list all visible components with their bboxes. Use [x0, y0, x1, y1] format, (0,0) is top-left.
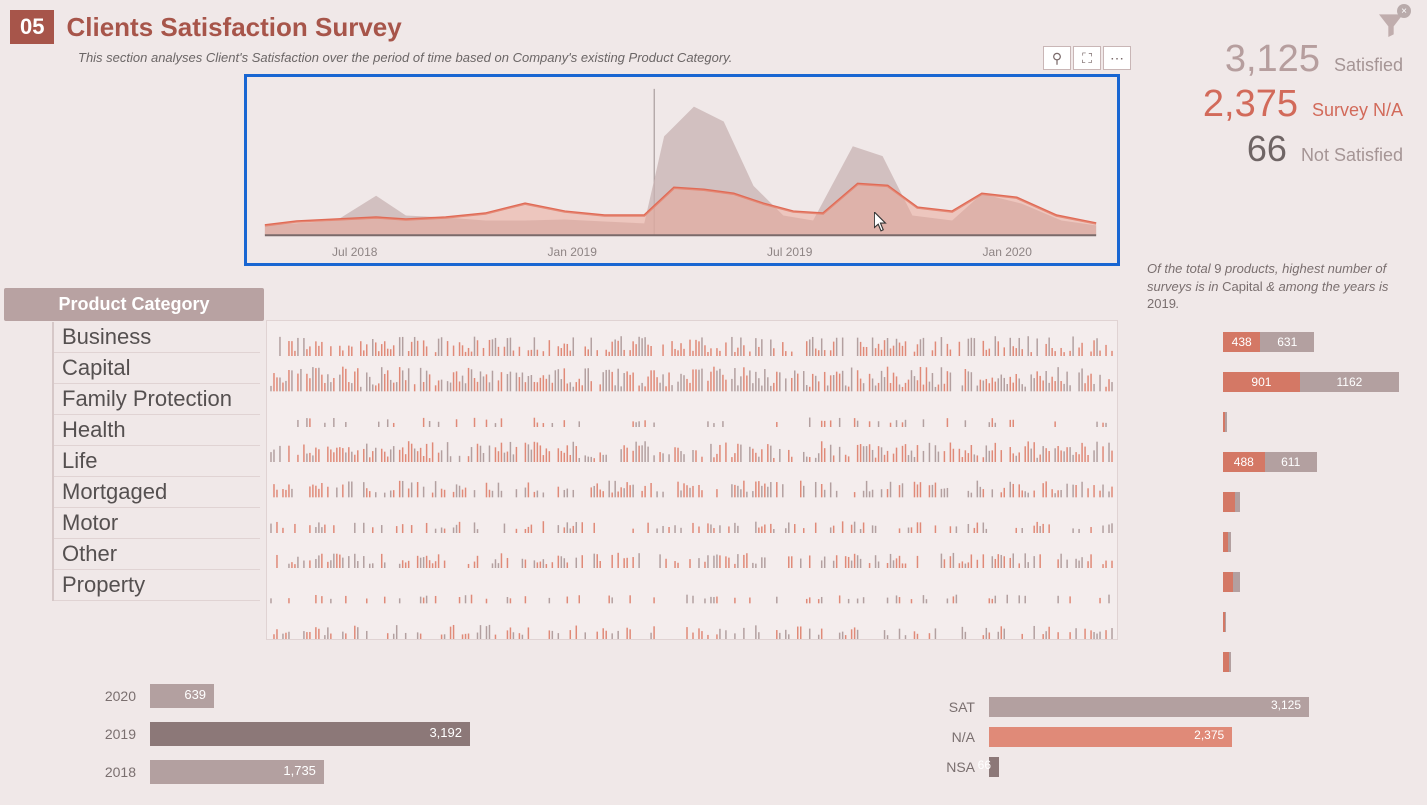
mini-bar-row[interactable]: 9011162	[1223, 372, 1403, 392]
timeline-tick: Jul 2019	[767, 245, 812, 259]
mini-bar-row[interactable]	[1223, 612, 1403, 632]
year-label: 2018	[20, 764, 150, 780]
category-item[interactable]: Capital	[54, 353, 260, 384]
filter-icon[interactable]: ⚲	[1043, 46, 1071, 70]
status-bar-row[interactable]: NSA66	[917, 754, 1397, 780]
spark-row	[267, 604, 1117, 639]
category-item[interactable]: Property	[54, 570, 260, 601]
category-item[interactable]: Motor	[54, 508, 260, 539]
page-number-badge: 05	[10, 10, 54, 44]
category-item[interactable]: Family Protection	[54, 384, 260, 415]
mini-bar-row[interactable]	[1223, 492, 1403, 512]
kpi-nsat-value: 66	[1247, 128, 1287, 170]
kpi-nsat-label: Not Satisfied	[1301, 145, 1403, 166]
page-title: Clients Satisfaction Survey	[66, 12, 401, 43]
category-item[interactable]: Health	[54, 415, 260, 446]
timeline-tick: Jan 2019	[548, 245, 597, 259]
category-item[interactable]: Other	[54, 539, 260, 570]
category-list: BusinessCapitalFamily ProtectionHealthLi…	[52, 322, 260, 601]
narrative-text: Of the total 9 products, highest number …	[1147, 260, 1399, 313]
spark-row	[267, 392, 1117, 427]
year-bar-row[interactable]: 20193,192	[20, 718, 720, 750]
year-bar-chart[interactable]: 2020639 20193,192 20181,735	[20, 680, 720, 794]
category-mini-bars[interactable]: 438631 9011162 488611	[1223, 332, 1403, 672]
category-sparklines[interactable]	[266, 320, 1118, 640]
mini-bar-row[interactable]	[1223, 412, 1403, 432]
mini-bar-row[interactable]: 488611	[1223, 452, 1403, 472]
visual-toolbar: ⚲ ⛶ ⋯	[1043, 46, 1131, 70]
category-item[interactable]: Business	[54, 322, 260, 353]
timeline-chart[interactable]: Jul 2018 Jan 2019 Jul 2019 Jan 2020	[244, 74, 1120, 266]
status-bar-row[interactable]: N/A2,375	[917, 724, 1397, 750]
status-label: N/A	[917, 729, 989, 745]
year-bar-row[interactable]: 2020639	[20, 680, 720, 712]
spark-row	[267, 321, 1117, 356]
spark-row	[267, 498, 1117, 533]
category-header: Product Category	[4, 288, 264, 321]
kpi-block: 3,125 Satisfied 2,375 Survey N/A 66 Not …	[1143, 38, 1403, 172]
spark-row	[267, 462, 1117, 497]
kpi-na-value: 2,375	[1203, 83, 1298, 126]
spark-row	[267, 533, 1117, 568]
timeline-tick: Jan 2020	[983, 245, 1032, 259]
timeline-tick: Jul 2018	[332, 245, 377, 259]
more-options-icon[interactable]: ⋯	[1103, 46, 1131, 70]
category-item[interactable]: Life	[54, 446, 260, 477]
clear-filter-icon[interactable]: ×	[1397, 4, 1411, 18]
spark-row	[267, 356, 1117, 391]
kpi-satisfied-label: Satisfied	[1334, 55, 1403, 76]
year-bar-row[interactable]: 20181,735	[20, 756, 720, 788]
kpi-na-label: Survey N/A	[1312, 100, 1403, 121]
year-label: 2019	[20, 726, 150, 742]
status-bar-row[interactable]: SAT3,125	[917, 694, 1397, 720]
spark-row	[267, 568, 1117, 603]
mini-bar-row[interactable]	[1223, 652, 1403, 672]
year-label: 2020	[20, 688, 150, 704]
spark-row	[267, 427, 1117, 462]
mini-bar-row[interactable]	[1223, 572, 1403, 592]
mini-bar-row[interactable]	[1223, 532, 1403, 552]
focus-mode-icon[interactable]: ⛶	[1073, 46, 1101, 70]
kpi-satisfied-value: 3,125	[1225, 38, 1320, 81]
status-label: SAT	[917, 699, 989, 715]
category-item[interactable]: Mortgaged	[54, 477, 260, 508]
mini-bar-row[interactable]: 438631	[1223, 332, 1403, 352]
status-bar-chart[interactable]: SAT3,125 N/A2,375 NSA66	[917, 694, 1397, 784]
